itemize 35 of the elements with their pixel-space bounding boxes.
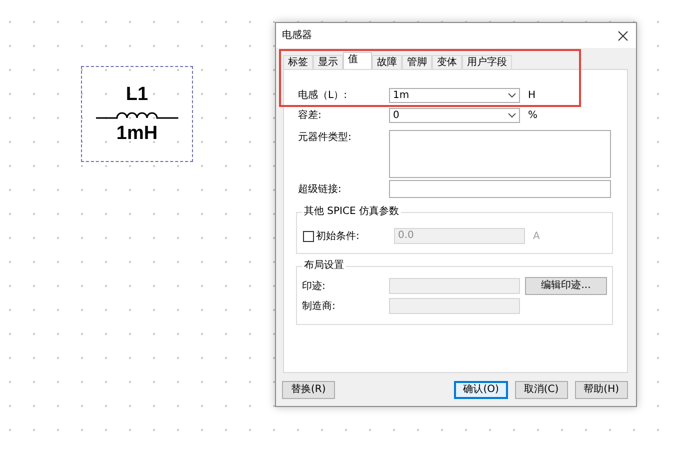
unit-label: H [528, 89, 536, 103]
field-label: 超级链接: [298, 182, 342, 196]
input-field: 0.0 [394, 228, 525, 244]
field-label: 电感（L）: [298, 88, 348, 103]
unit-label: A [533, 230, 540, 244]
field-label: 元器件类型: [298, 130, 352, 145]
tab[interactable]: 管脚 [402, 55, 432, 69]
chevron-icon [508, 93, 516, 98]
designator-label: L1 [126, 85, 148, 104]
dialog-title: 电感器 [282, 28, 312, 43]
dialog-button[interactable]: 确认(O) [454, 381, 508, 399]
unit-label: % [528, 109, 538, 123]
input-field[interactable] [389, 180, 611, 198]
dialog-button[interactable]: 替换(R) [282, 381, 335, 399]
dialog-button[interactable]: 取消(C) [514, 381, 568, 399]
tab[interactable]: 用户字段 [462, 55, 512, 69]
field-label: 容差: [298, 108, 322, 123]
value-dropdown[interactable]: 0 [389, 108, 520, 123]
tab[interactable]: 标签 [283, 55, 313, 69]
tab[interactable]: 值 [343, 52, 372, 69]
group-title: 布局设置 [302, 260, 346, 272]
field-label: 印迹: [302, 280, 326, 294]
dialog-button[interactable]: 帮助(H) [574, 381, 628, 399]
close-icon[interactable] [618, 30, 628, 40]
checkbox-label: 初始条件: [316, 230, 360, 244]
chevron-icon [508, 113, 516, 118]
tab[interactable]: 显示 [313, 55, 343, 69]
tab[interactable]: 故障 [372, 55, 402, 69]
value-label: 1mH [116, 124, 158, 143]
group-title: 其他 SPICE 仿真参数 [302, 206, 401, 218]
text-area[interactable] [389, 130, 611, 178]
edit-footprint-button[interactable]: 编辑印迹... [525, 277, 607, 295]
value-dropdown[interactable]: 1m [389, 88, 520, 103]
field-label: 制造商: [302, 300, 336, 314]
tab[interactable]: 变体 [432, 55, 462, 69]
